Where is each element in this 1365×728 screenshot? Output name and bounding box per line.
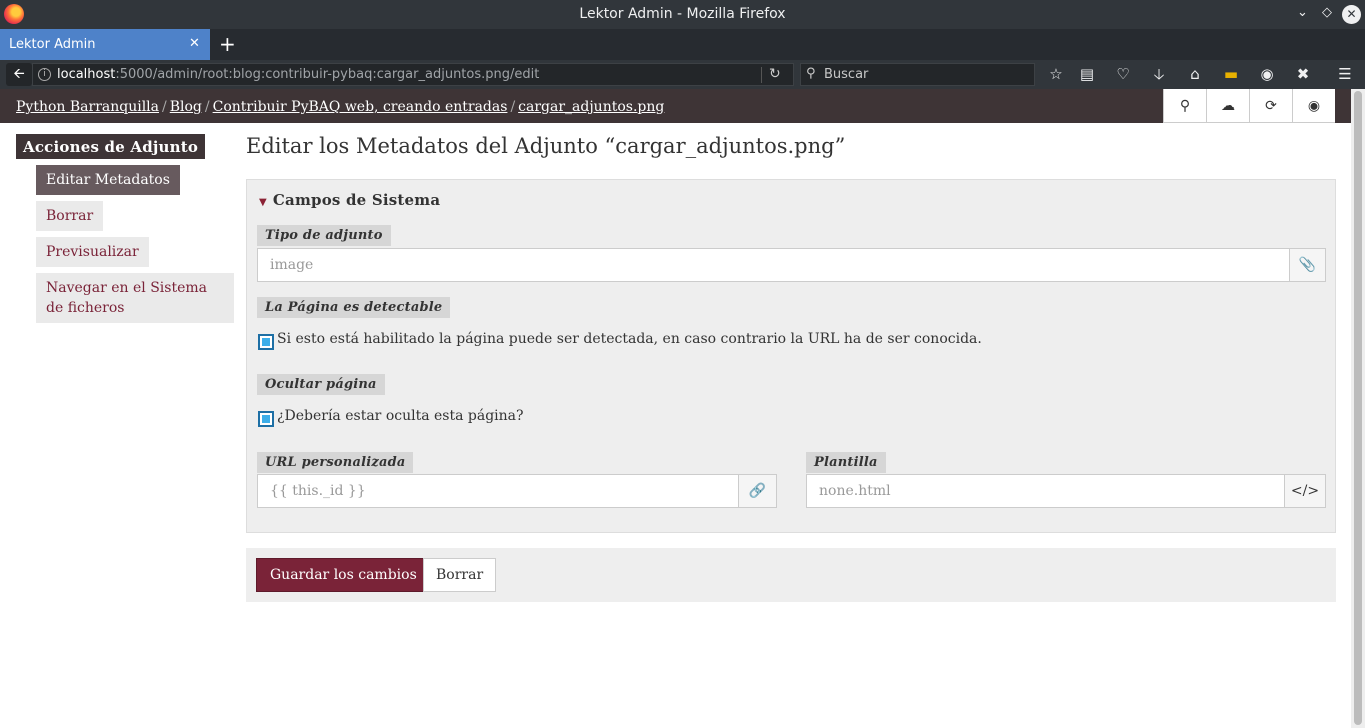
search-icon: ⚲ [806,66,816,81]
code-icon[interactable]: </> [1284,474,1326,508]
paperclip-icon[interactable]: 📎 [1289,248,1326,282]
plantilla-placeholder: none.html [819,483,891,499]
ocultar-label: Ocultar página [257,374,385,395]
url-separator [761,67,762,83]
window-titlebar: Lektor Admin - Mozilla Firefox ⌄ ◇ ✕ [0,0,1365,29]
header-actions: ⚲ ☁ ⟳ ◉ [1163,89,1335,123]
browser-tab[interactable]: Lektor Admin ✕ [0,29,210,60]
main-content: Editar los Metadatos del Adjunto “cargar… [246,134,1336,602]
pocket-icon[interactable]: ♡ [1113,64,1133,84]
breadcrumb-root[interactable]: Python Barranquilla [16,99,159,115]
globe-icon[interactable]: ◉ [1257,64,1277,84]
sidebar-item-delete[interactable]: Borrar [36,201,104,231]
breadcrumb: Python Barranquilla / Blog / Contribuir PyBA… [16,99,665,115]
plantilla-input[interactable]: none.html </> [806,474,1326,508]
url-label: URL personalizada [257,452,414,473]
detectable-checkbox[interactable] [258,334,274,350]
search-bar[interactable]: ⚲ Buscar [800,63,1035,86]
home-icon[interactable]: ⌂ [1185,64,1205,84]
url-path: :5000/admin/root:blog:contribuir-pybaq:c… [115,67,540,82]
sidebar-title: Acciones de Adjunto [16,134,206,159]
tools-icon[interactable]: ✖ [1293,64,1313,84]
refresh-icon[interactable]: ⟳ [1249,89,1292,123]
new-tab-icon[interactable]: + [219,32,236,56]
section-toggle[interactable]: ▼ Campos de Sistema [259,191,440,209]
ruler-icon[interactable]: ▬ [1221,64,1241,84]
publish-cloud-icon[interactable]: ☁ [1206,89,1249,123]
tab-close-icon[interactable]: ✕ [189,36,200,51]
system-fields-panel: ▼ Campos de Sistema Tipo de adjunto image… [246,179,1336,533]
hamburger-menu-icon[interactable]: ☰ [1335,64,1355,84]
url-bar[interactable]: i localhost:5000/admin/root:blog:contrib… [32,63,794,86]
url-placeholder: {{ this._id }} [270,483,366,499]
section-title: Campos de Sistema [272,191,441,209]
breadcrumb-post[interactable]: Contribuir PyBAQ web, creando entradas [213,99,508,115]
breadcrumb-attachment[interactable]: cargar_adjuntos.png [518,99,664,115]
sidebar-item-edit-metadata[interactable]: Editar Metadatos [36,165,180,195]
tab-bar: Lektor Admin ✕ + [0,29,1365,60]
window-title: Lektor Admin - Mozilla Firefox [579,6,786,22]
maximize-icon[interactable]: ◇ [1322,5,1332,20]
scrollbar-thumb[interactable] [1354,91,1362,725]
detectable-checkbox-label[interactable]: Si esto está habilitado la página puede … [277,331,982,347]
info-icon[interactable]: i [38,68,51,81]
close-window-icon[interactable]: ✕ [1342,5,1361,24]
url-input[interactable]: {{ this._id }} 🔗 [257,474,777,508]
url-text: localhost:5000/admin/root:blog:contribui… [57,67,539,82]
tipo-input[interactable]: image 📎 [257,248,1326,282]
reading-list-icon[interactable]: ▤ [1077,64,1097,84]
sidebar: Acciones de Adjunto Editar Metadatos Bor… [16,134,234,323]
url-host: localhost [57,67,116,82]
page-title: Editar los Metadatos del Adjunto “cargar… [246,134,846,158]
ocultar-checkbox-label[interactable]: ¿Debería estar oculta esta página? [277,408,524,424]
search-placeholder: Buscar [824,67,869,82]
sidebar-list: Editar Metadatos Borrar Previsualizar Na… [16,159,234,323]
link-icon[interactable]: 🔗 [738,474,777,508]
lektor-header: Python Barranquilla / Blog / Contribuir PyBA… [0,89,1351,123]
triangle-down-icon: ▼ [259,197,267,208]
sidebar-item-browse-fs[interactable]: Navegar en el Sistema de ficheros [36,273,234,323]
ocultar-checkbox[interactable] [258,411,274,427]
minimize-icon[interactable]: ⌄ [1297,5,1308,20]
action-bar: Guardar los cambios Borrar [246,548,1336,602]
tipo-value: image [270,257,314,273]
sidebar-item-preview[interactable]: Previsualizar [36,237,149,267]
plantilla-label: Plantilla [806,452,886,473]
find-icon[interactable]: ⚲ [1163,89,1206,123]
page-scrollbar[interactable] [1351,89,1365,728]
delete-button[interactable]: Borrar [423,558,497,592]
breadcrumb-blog[interactable]: Blog [170,99,202,115]
back-arrow-icon[interactable]: 🡨 [6,63,32,86]
tab-label: Lektor Admin [9,37,96,52]
bookmark-star-icon[interactable]: ☆ [1046,64,1066,84]
download-icon[interactable]: 🡣 [1149,64,1169,84]
reload-icon[interactable]: ↻ [769,66,781,82]
preview-eye-icon[interactable]: ◉ [1292,89,1335,123]
detectable-label: La Página es detectable [257,297,451,318]
tipo-label: Tipo de adjunto [257,225,391,246]
save-button[interactable]: Guardar los cambios [256,558,431,592]
